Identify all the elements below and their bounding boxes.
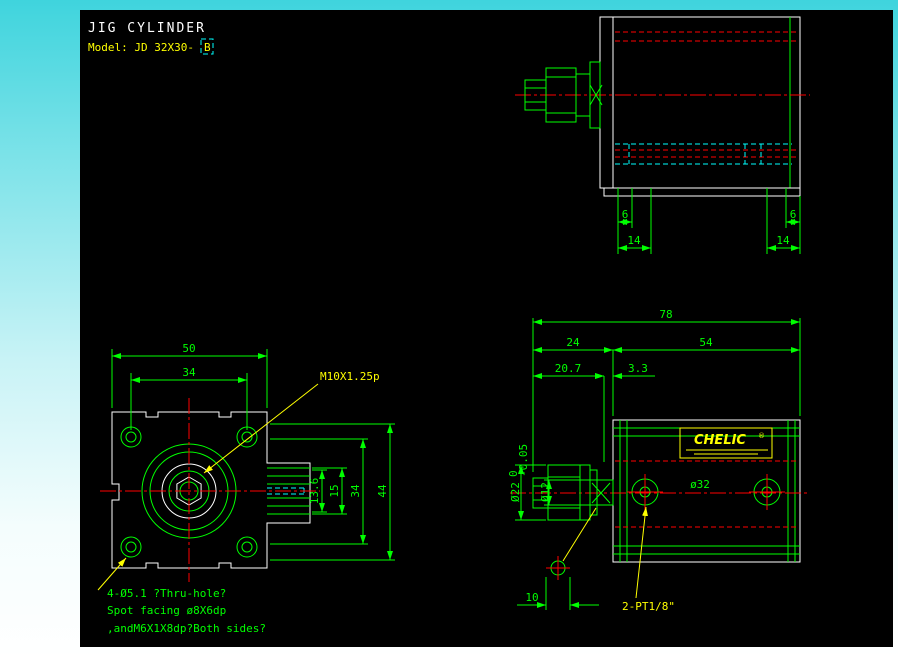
dim-54: 54 bbox=[613, 336, 800, 353]
dim-34-vertical-label: 34 bbox=[349, 484, 362, 498]
dim-14-right-label: 14 bbox=[776, 234, 790, 247]
dim-24-label: 24 bbox=[566, 336, 580, 349]
dim-20-7: 20.7 bbox=[533, 362, 605, 462]
model-variant-label: B bbox=[204, 41, 211, 54]
dim-20-7-label: 20.7 bbox=[555, 362, 582, 375]
thread-callout: M10X1.25p bbox=[203, 370, 380, 474]
dim-6-right-label: 6 bbox=[790, 208, 797, 221]
corner-hole-bottom-right bbox=[236, 536, 258, 558]
cad-drawing: JIG CYLINDER Model: JD 32X30- B 6 14 6 1… bbox=[88, 16, 810, 635]
dia-22-tol-lower: -0.05 bbox=[517, 444, 530, 477]
dim-78: 78 bbox=[532, 308, 801, 472]
port-label: 2-PT1/8" bbox=[622, 600, 675, 613]
corner-hole-bottom-left bbox=[120, 536, 142, 558]
title-block: JIG CYLINDER Model: JD 32X30- B bbox=[88, 21, 214, 55]
note-line-2: Spot facing ø8X6dp bbox=[107, 604, 226, 617]
dim-50-label: 50 bbox=[182, 342, 195, 355]
dim-6-left-label: 6 bbox=[622, 208, 629, 221]
note-line-1: 4-Ø5.1 ?Thru-hole? bbox=[107, 587, 226, 600]
hole-notes: 4-Ø5.1 ?Thru-hole? Spot facing ø8X6dp ,a… bbox=[97, 557, 266, 635]
dim-10-label: 10 bbox=[525, 591, 538, 604]
breather-pin bbox=[546, 507, 597, 580]
page-title: JIG CYLINDER bbox=[88, 21, 206, 36]
port-hole-right bbox=[749, 474, 785, 510]
section-view: 78 24 54 20.7 3.3 CHELIC ® ø32 Ø22 0 -0.… bbox=[507, 308, 810, 613]
note-line-3: ,andM6X1X8dp?Both sides? bbox=[107, 622, 266, 635]
port-callout: 2-PT1/8" bbox=[622, 506, 675, 613]
brand-logo-text: CHELIC bbox=[694, 433, 746, 448]
dim-13-6: 13.6 bbox=[308, 469, 327, 513]
dim-14-right: 14 bbox=[766, 196, 800, 254]
dim-3-3-label: 3.3 bbox=[628, 362, 648, 375]
cylinder-body-outline bbox=[599, 16, 801, 189]
dim-3-3: 3.3 bbox=[589, 362, 655, 379]
port-hole-left bbox=[627, 474, 663, 510]
top-side-view: 6 14 6 14 bbox=[515, 16, 810, 254]
dim-14-left-label: 14 bbox=[627, 234, 641, 247]
dim-14-left: 14 bbox=[618, 196, 652, 254]
brand-plate: CHELIC ® bbox=[679, 427, 773, 459]
dim-44-label: 44 bbox=[376, 484, 389, 498]
dim-54-label: 54 bbox=[699, 336, 713, 349]
dia-12-label: Ø12 bbox=[539, 482, 552, 502]
model-label: Model: JD 32X30- bbox=[88, 41, 194, 54]
cad-drawing-canvas[interactable]: JIG CYLINDER Model: JD 32X30- B 6 14 6 1… bbox=[80, 10, 893, 647]
thread-label: M10X1.25p bbox=[320, 370, 380, 383]
dim-78-label: 78 bbox=[659, 308, 672, 321]
bore-label: ø32 bbox=[690, 478, 710, 491]
dim-15-label: 15 bbox=[328, 484, 341, 497]
mounting-plate bbox=[603, 187, 801, 197]
dim-dia-22: Ø22 0 -0.05 bbox=[507, 444, 546, 521]
dia-22-label: Ø22 bbox=[509, 482, 522, 502]
front-view: 50 34 13.6 15 34 44 M10X1.25p 4-Ø5.1 ?Th… bbox=[97, 342, 395, 635]
brand-registered-mark: ® bbox=[758, 432, 765, 440]
application-window: JIG CYLINDER Model: JD 32X30- B 6 14 6 1… bbox=[0, 0, 898, 658]
dim-10: 10 bbox=[517, 577, 599, 610]
dim-34-label: 34 bbox=[182, 366, 196, 379]
dim-13-6-label: 13.6 bbox=[308, 478, 321, 505]
